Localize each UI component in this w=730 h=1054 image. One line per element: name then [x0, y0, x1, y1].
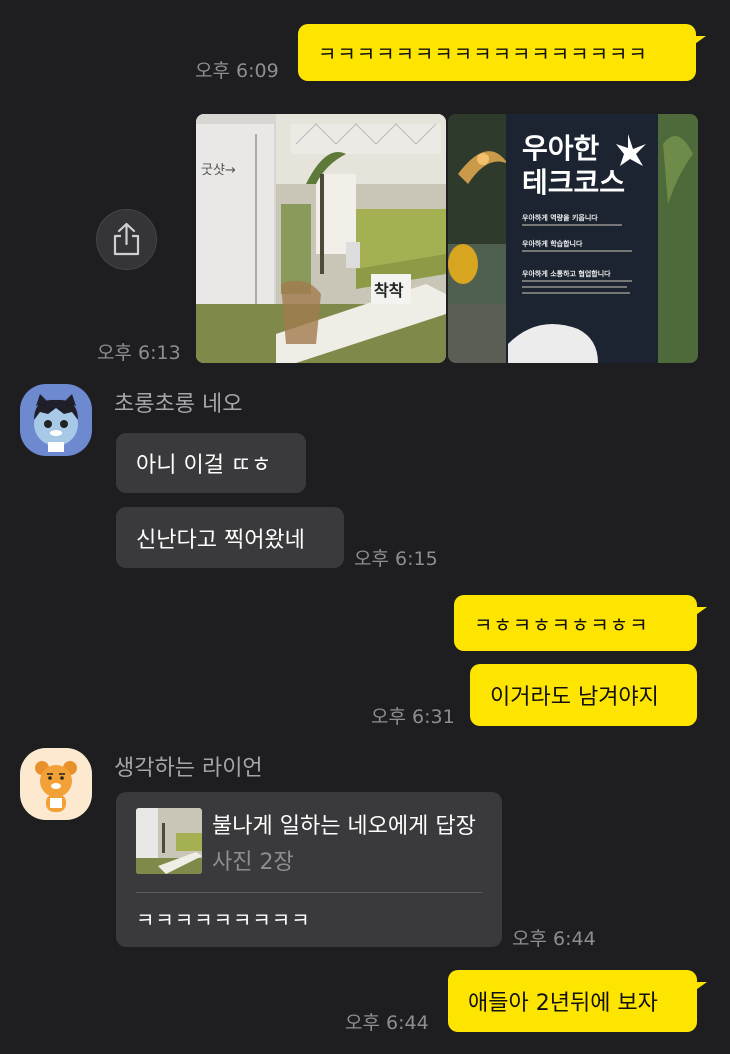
timestamp: 오후 6:44: [345, 1012, 429, 1034]
my-message-bubble[interactable]: 애들아 2년뒤에 보자: [448, 970, 707, 1032]
banner-photo-image: 우아한 테크코스 우아하게 역량을 키웁니다 우아하게 학습합니다 우아하게 소…: [448, 114, 698, 363]
timestamp: 오후 6:09: [195, 60, 279, 82]
sender-name: 초롱초롱 네오: [114, 392, 243, 417]
sender-name: 생각하는 라이언: [114, 756, 263, 781]
reply-message-bubble[interactable]: 불나게 일하는 네오에게 답장 사진 2장 ㅋㅋㅋㅋㅋㅋㅋㅋㅋ: [116, 792, 502, 947]
my-message-bubble[interactable]: ㅋㅎㅋㅎㅋㅎㅋㅎㅋ: [454, 595, 707, 651]
their-message-bubble[interactable]: 아니 이걸 ㄸㅎ: [116, 433, 306, 493]
sign-text: 굿샷→: [201, 163, 236, 178]
timestamp: 오후 6:13: [97, 342, 181, 364]
banner-title: 테크코스: [522, 166, 625, 199]
message-text: 이거라도 남겨야지: [490, 685, 659, 710]
photo-thumbnail[interactable]: 굿샷→ 착착: [196, 114, 446, 363]
timestamp: 오후 6:15: [354, 548, 438, 570]
reply-title: 불나게 일하는 네오에게 답장: [212, 814, 476, 839]
their-message-bubble[interactable]: 신난다고 찍어왔네: [116, 507, 344, 568]
share-icon: [113, 222, 140, 256]
reply-subtitle: 사진 2장: [212, 850, 294, 875]
message-text: 애들아 2년뒤에 보자: [468, 991, 658, 1016]
neo-avatar[interactable]: [20, 384, 92, 456]
reply-divider: [136, 892, 482, 893]
message-text: 아니 이걸 ㄸㅎ: [136, 453, 272, 478]
reply-thumbnail: [136, 808, 202, 874]
banner-title: 우아한: [522, 132, 600, 165]
message-text: 신난다고 찍어왔네: [136, 527, 305, 553]
message-text: ㅋㅋㅋㅋㅋㅋㅋㅋㅋ: [136, 908, 311, 932]
banner-bullet: 우아하게 역량을 키웁니다: [522, 213, 598, 222]
timestamp: 오후 6:31: [371, 706, 455, 728]
banner-bullet: 우아하게 소통하고 협업합니다: [522, 269, 611, 278]
photo-thumbnail[interactable]: 우아한 테크코스 우아하게 역량을 키웁니다 우아하게 학습합니다 우아하게 소…: [448, 114, 698, 363]
my-message-bubble[interactable]: ㅋㅋㅋㅋㅋㅋㅋㅋㅋㅋㅋㅋㅋㅋㅋㅋㅋ: [298, 24, 706, 81]
my-message-bubble[interactable]: 이거라도 남겨야지: [470, 664, 697, 726]
office-photo-image: 굿샷→ 착착: [196, 114, 446, 363]
box-text: 착착: [374, 281, 404, 300]
timestamp: 오후 6:44: [512, 928, 596, 950]
share-button[interactable]: [96, 209, 157, 270]
ryan-avatar[interactable]: [20, 748, 92, 820]
message-text: ㅋㅋㅋㅋㅋㅋㅋㅋㅋㅋㅋㅋㅋㅋㅋㅋㅋ: [318, 42, 648, 66]
banner-bullet: 우아하게 학습합니다: [522, 239, 583, 248]
message-text: ㅋㅎㅋㅎㅋㅎㅋㅎㅋ: [474, 612, 649, 637]
